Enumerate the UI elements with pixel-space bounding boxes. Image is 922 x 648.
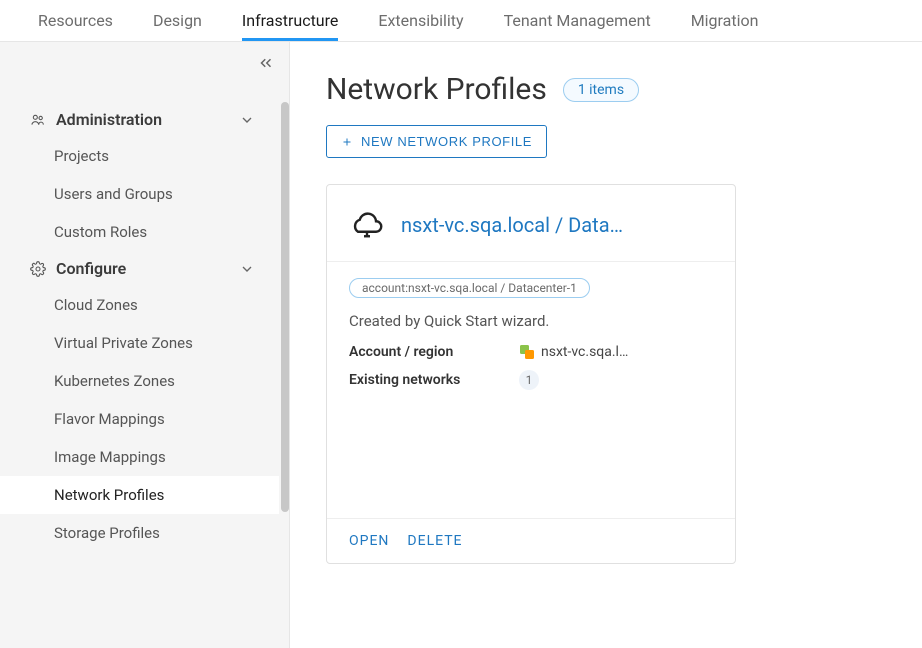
existing-networks-label: Existing networks — [349, 372, 519, 388]
chevron-double-left-icon — [257, 54, 275, 72]
sidebar-item-virtual-private-zones[interactable]: Virtual Private Zones — [0, 324, 279, 362]
plus-icon — [341, 136, 353, 148]
sidebar-item-custom-roles[interactable]: Custom Roles — [0, 213, 279, 251]
existing-networks-count: 1 — [519, 370, 539, 390]
main-content: Network Profiles 1 items NEW NETWORK PRO… — [290, 42, 922, 648]
open-button[interactable]: OPEN — [349, 533, 389, 549]
chevron-down-icon — [239, 112, 255, 128]
sidebar-collapse-button[interactable] — [257, 54, 275, 77]
new-button-label: NEW NETWORK PROFILE — [361, 134, 532, 149]
chevron-down-icon — [239, 261, 255, 277]
sidebar-item-storage-profiles[interactable]: Storage Profiles — [0, 514, 279, 552]
sidebar-section-configure[interactable]: Configure — [0, 251, 279, 286]
cloud-icon — [349, 207, 385, 243]
sidebar-section-label: Administration — [56, 110, 162, 129]
top-tabs: Resources Design Infrastructure Extensib… — [0, 0, 922, 42]
sidebar-item-kubernetes-zones[interactable]: Kubernetes Zones — [0, 362, 279, 400]
sidebar-item-network-profiles[interactable]: Network Profiles — [0, 476, 279, 514]
tab-migration[interactable]: Migration — [691, 11, 759, 40]
profile-description: Created by Quick Start wizard. — [349, 312, 713, 330]
sidebar-item-projects[interactable]: Projects — [0, 137, 279, 175]
account-region-value: nsxt-vc.sqa.l… — [541, 344, 628, 360]
sidebar: Administration Projects Users and Groups… — [0, 42, 290, 648]
sidebar-item-cloud-zones[interactable]: Cloud Zones — [0, 286, 279, 324]
account-region-label: Account / region — [349, 344, 519, 360]
tab-extensibility[interactable]: Extensibility — [378, 11, 463, 40]
sidebar-scrollbar[interactable] — [281, 102, 289, 532]
vsphere-icon — [519, 344, 535, 360]
tab-tenant-management[interactable]: Tenant Management — [504, 11, 651, 40]
account-tag: account:nsxt-vc.sqa.local / Datacenter-1 — [349, 278, 590, 298]
items-count-badge: 1 items — [563, 78, 639, 102]
users-icon — [30, 112, 46, 128]
new-network-profile-button[interactable]: NEW NETWORK PROFILE — [326, 125, 547, 158]
profile-title-link[interactable]: nsxt-vc.sqa.local / Data… — [401, 213, 623, 237]
sidebar-item-image-mappings[interactable]: Image Mappings — [0, 438, 279, 476]
sidebar-section-label: Configure — [56, 259, 126, 278]
network-profile-card: nsxt-vc.sqa.local / Data… account:nsxt-v… — [326, 184, 736, 564]
gear-icon — [30, 261, 46, 277]
sidebar-item-users-groups[interactable]: Users and Groups — [0, 175, 279, 213]
delete-button[interactable]: DELETE — [407, 533, 462, 549]
tab-infrastructure[interactable]: Infrastructure — [242, 11, 338, 40]
tab-resources[interactable]: Resources — [38, 11, 113, 40]
sidebar-section-administration[interactable]: Administration — [0, 102, 279, 137]
page-title: Network Profiles — [326, 72, 547, 107]
sidebar-item-flavor-mappings[interactable]: Flavor Mappings — [0, 400, 279, 438]
tab-design[interactable]: Design — [153, 11, 202, 40]
